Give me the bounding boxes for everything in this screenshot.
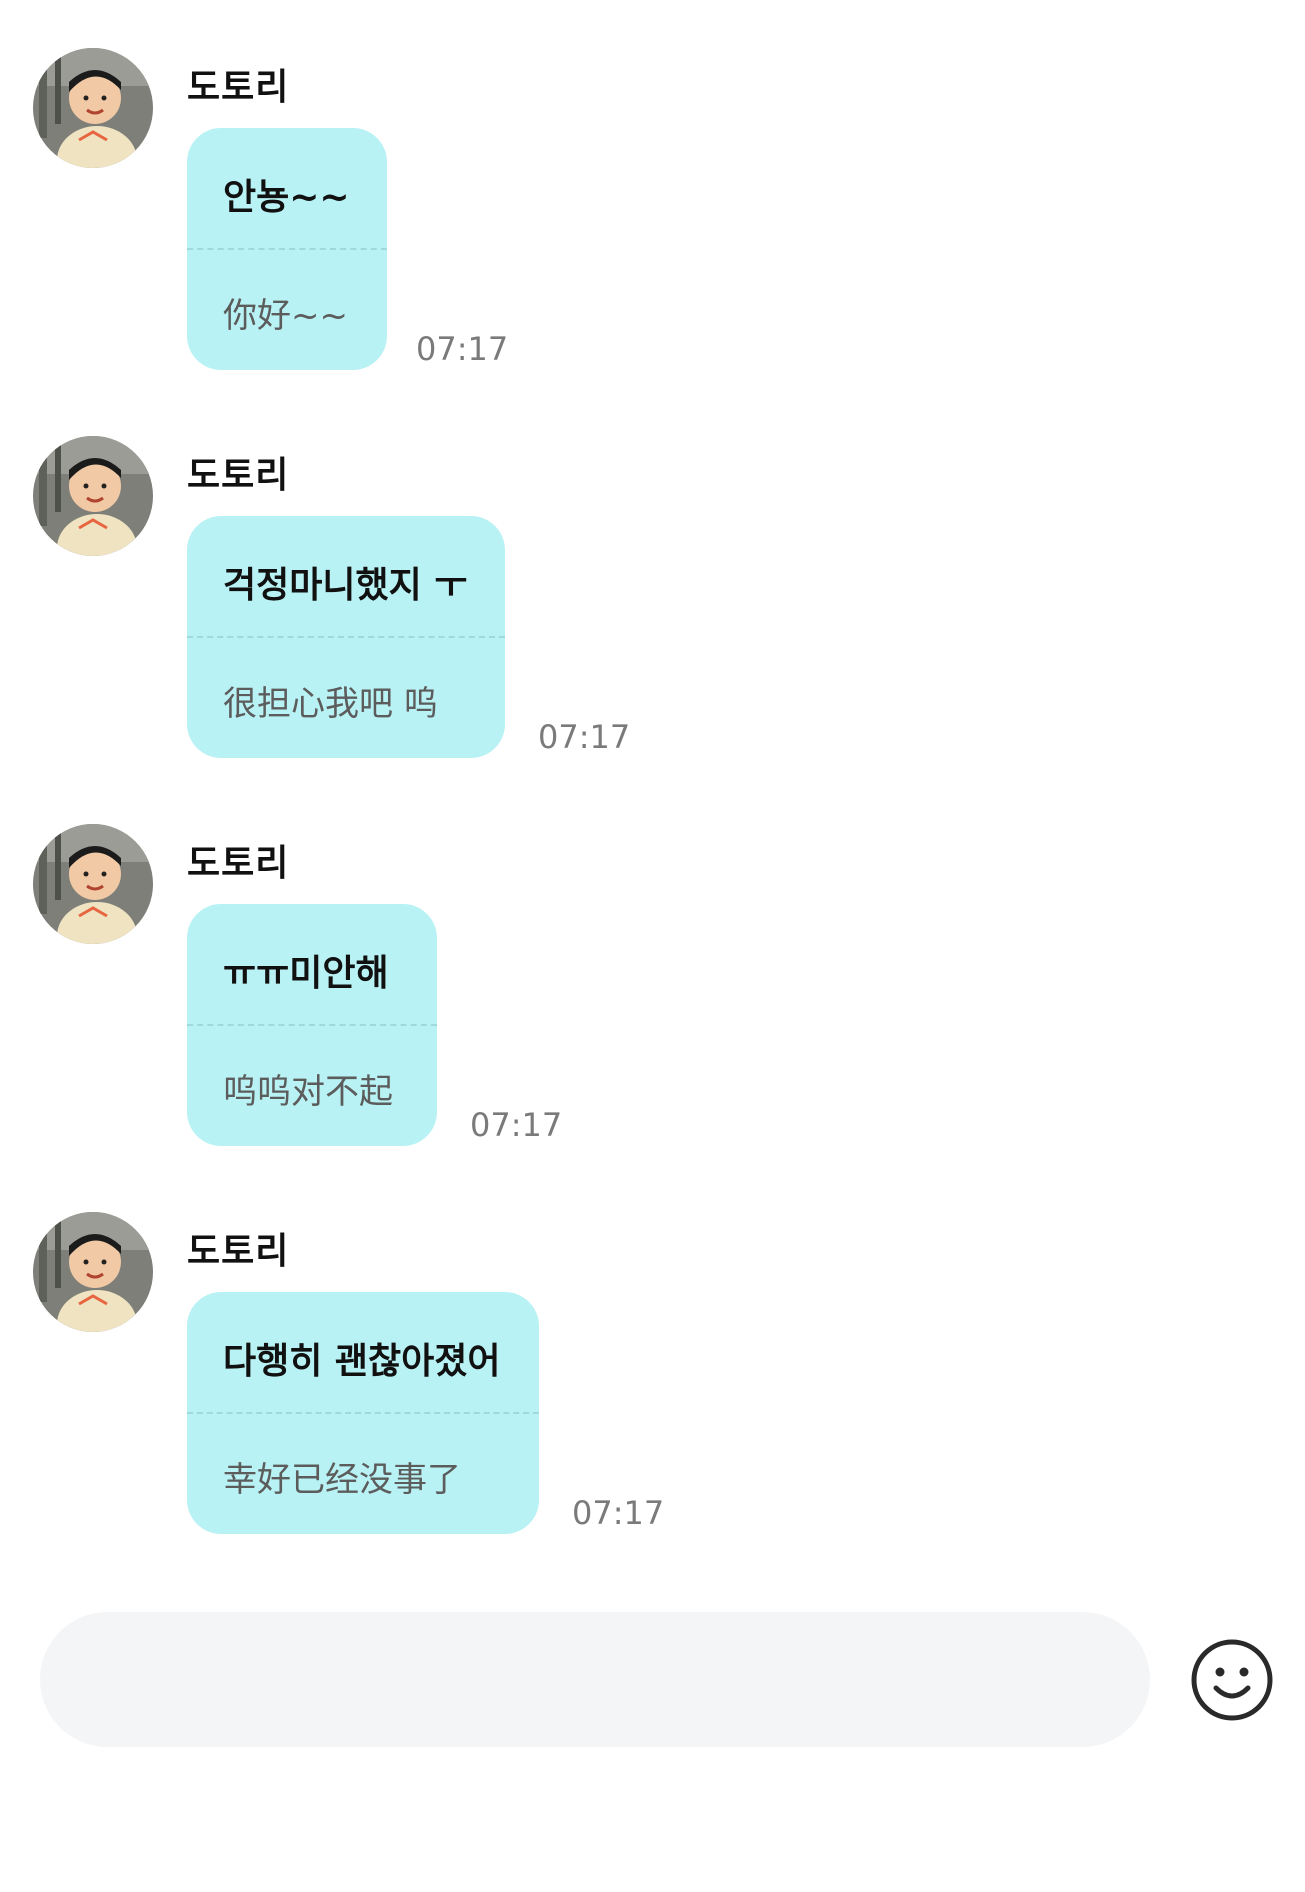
message-timestamp: 07:17 [470, 1106, 563, 1144]
message-translation-text: 幸好已经没事了 [223, 1460, 461, 1500]
message-bubble[interactable]: 다행히 괜찮아졌어 幸好已经没事了 [187, 1292, 539, 1534]
message-timestamp: 07:17 [572, 1494, 665, 1532]
sender-name: 도토리 [187, 843, 290, 884]
smiley-face-icon[interactable] [1190, 1638, 1274, 1722]
message-korean-text: ㅠㅠ미안해 [223, 953, 389, 994]
message-translation-text: 很担心我吧 呜 [223, 684, 438, 724]
avatar[interactable] [33, 824, 153, 944]
message-translation-text: 呜呜对不起 [223, 1072, 393, 1112]
message-korean-text: 다행히 괜찮아졌어 [223, 1341, 501, 1382]
bubble-divider [187, 636, 505, 638]
message-input[interactable] [40, 1612, 1150, 1747]
avatar[interactable] [33, 436, 153, 556]
bubble-divider [187, 248, 387, 250]
bubble-divider [187, 1412, 539, 1414]
message-row: 도토리 걱정마니했지 ㅜ 很担心我吧 呜 07:17 [0, 388, 1305, 758]
sender-name: 도토리 [187, 1231, 290, 1272]
message-row: 도토리 다행히 괜찮아졌어 幸好已经没事了 07:17 [0, 1164, 1305, 1534]
message-timestamp: 07:17 [538, 718, 631, 756]
message-korean-text: 걱정마니했지 ㅜ [223, 565, 468, 606]
sender-name: 도토리 [187, 455, 290, 496]
bubble-divider [187, 1024, 437, 1026]
avatar[interactable] [33, 1212, 153, 1332]
message-korean-text: 안뇽~~ [223, 177, 350, 218]
avatar[interactable] [33, 48, 153, 168]
message-bubble[interactable]: 안뇽~~ 你好~~ [187, 128, 387, 370]
message-bubble[interactable]: 걱정마니했지 ㅜ 很担心我吧 呜 [187, 516, 505, 758]
message-bubble[interactable]: ㅠㅠ미안해 呜呜对不起 [187, 904, 437, 1146]
message-row: 도토리 ㅠㅠ미안해 呜呜对不起 07:17 [0, 776, 1305, 1146]
message-timestamp: 07:17 [416, 330, 509, 368]
message-row: 도토리 안뇽~~ 你好~~ 07:17 [0, 0, 1305, 370]
sender-name: 도토리 [187, 67, 290, 108]
message-translation-text: 你好~~ [223, 296, 348, 336]
